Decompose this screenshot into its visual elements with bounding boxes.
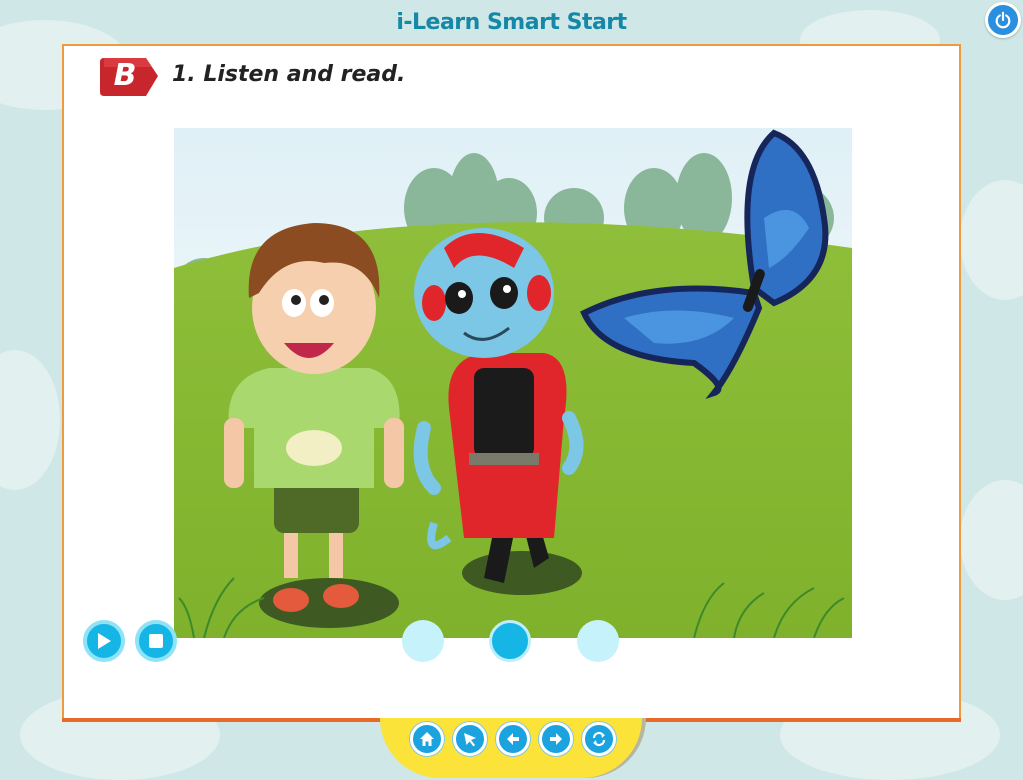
home-icon bbox=[420, 732, 434, 746]
arrow-left-icon bbox=[507, 733, 519, 745]
app-title: i-Learn Smart Start bbox=[396, 10, 627, 35]
page-dot-3[interactable] bbox=[577, 620, 619, 662]
next-button[interactable] bbox=[539, 722, 573, 756]
badge-letter: B bbox=[113, 58, 137, 93]
cursor-icon bbox=[464, 733, 476, 747]
background-cloud bbox=[0, 350, 60, 490]
play-button[interactable] bbox=[83, 620, 125, 662]
section-badge: B bbox=[100, 54, 162, 105]
power-icon bbox=[995, 11, 1011, 29]
lesson-illustration bbox=[174, 128, 852, 638]
arrow-right-icon bbox=[550, 733, 562, 745]
instruction-text: 1. Listen and read. bbox=[172, 62, 406, 87]
power-button[interactable] bbox=[985, 2, 1021, 38]
background-cloud bbox=[960, 480, 1023, 600]
pointer-button[interactable] bbox=[453, 722, 487, 756]
refresh-button[interactable] bbox=[582, 722, 616, 756]
page-dot-1[interactable] bbox=[402, 620, 444, 662]
previous-button[interactable] bbox=[496, 722, 530, 756]
refresh-icon bbox=[592, 731, 606, 747]
play-icon bbox=[98, 633, 111, 649]
background-cloud bbox=[960, 180, 1023, 300]
home-button[interactable] bbox=[410, 722, 444, 756]
stop-button[interactable] bbox=[135, 620, 177, 662]
page-dot-2[interactable] bbox=[489, 620, 531, 662]
stop-icon bbox=[149, 634, 163, 648]
